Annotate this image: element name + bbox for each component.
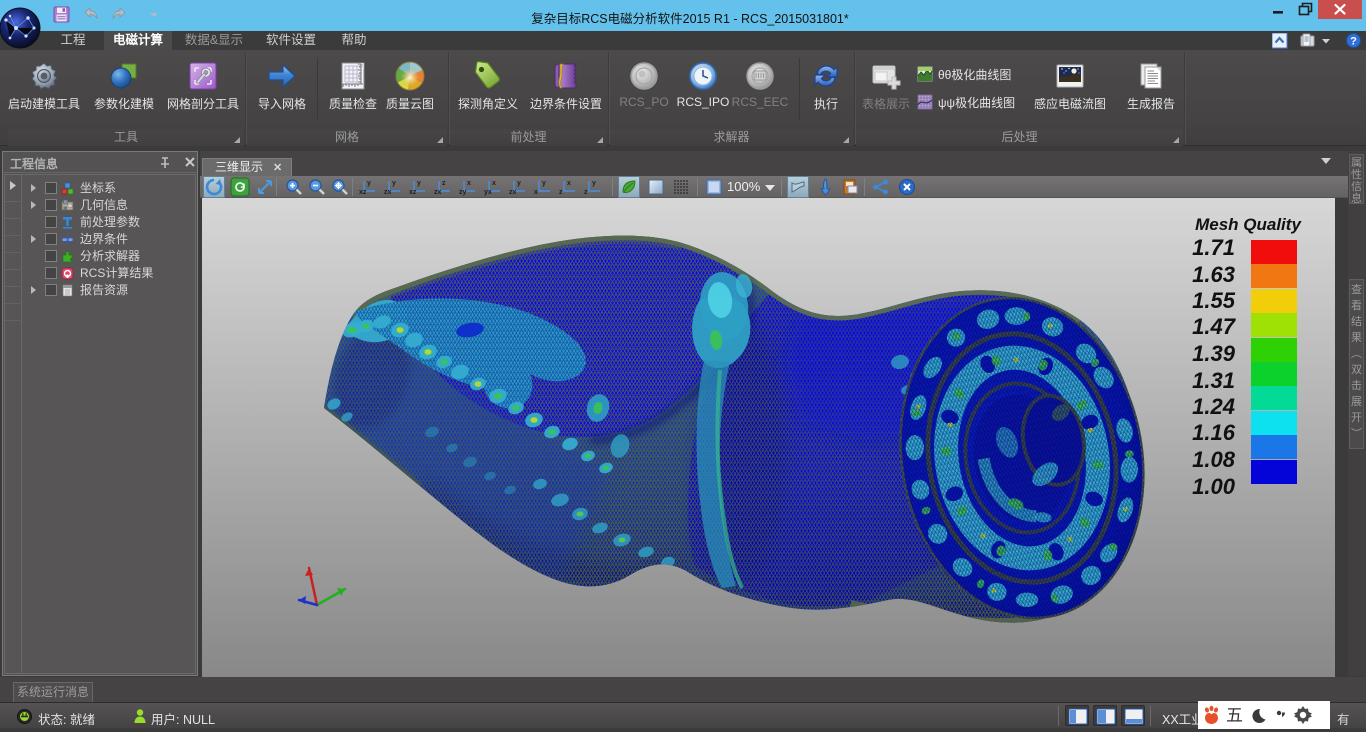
svg-text:y: y — [392, 180, 396, 187]
svg-text:x: x — [567, 180, 571, 187]
svg-text:z: z — [584, 189, 588, 196]
svg-text:y: y — [417, 180, 421, 187]
svg-text:zx: zx — [509, 189, 517, 196]
svg-text:y: y — [517, 180, 521, 187]
svg-text:x: x — [492, 180, 496, 187]
svg-text:z: z — [559, 189, 563, 196]
svg-text:zx: zx — [384, 189, 392, 196]
svg-text:x: x — [534, 189, 538, 196]
svg-text:y: y — [592, 180, 596, 187]
svg-text:y: y — [367, 180, 371, 187]
svg-text:zy: zy — [459, 189, 467, 196]
svg-text:xz: xz — [409, 189, 417, 196]
svg-text:z: z — [442, 180, 446, 187]
svg-text:xz: xz — [359, 189, 367, 196]
svg-text:五: 五 — [1226, 706, 1243, 725]
svg-text:yx: yx — [484, 189, 492, 196]
svg-text:zx: zx — [434, 189, 442, 196]
svg-text:?: ? — [1350, 36, 1357, 48]
svg-text:y: y — [542, 180, 546, 187]
svg-text:x: x — [467, 180, 471, 187]
